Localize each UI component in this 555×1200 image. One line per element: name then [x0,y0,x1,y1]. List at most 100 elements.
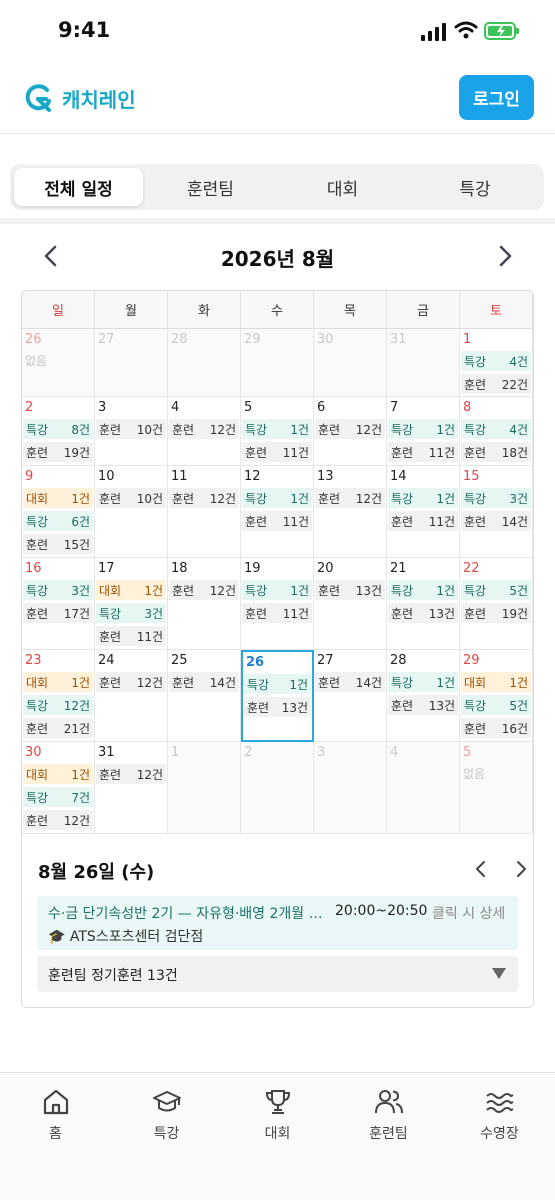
event-count-chip[interactable]: 훈련 13건 [244,697,311,717]
event-count-chip[interactable]: 훈련 12건 [169,488,239,508]
event-count-chip[interactable]: 훈련 19건 [23,442,93,462]
event-count-chip[interactable]: 특강 1건 [388,672,458,692]
event-count-chip[interactable]: 훈련 13건 [388,695,458,715]
calendar-day-cell[interactable]: 27 훈련 14건 [314,650,387,742]
calendar-day-cell[interactable]: 22 특강 5건 훈련 19건 [460,558,533,650]
event-count-chip[interactable]: 특강 5건 [461,580,531,600]
event-count-chip[interactable]: 훈련 12건 [169,580,239,600]
calendar-day-cell[interactable]: 12 특강 1건 훈련 11건 [241,466,314,558]
calendar-day-cell[interactable]: 28 특강 1건 훈련 13건 [387,650,460,742]
calendar-day-cell[interactable]: 14 특강 1건 훈련 11건 [387,466,460,558]
calendar-day-cell[interactable]: 15 특강 3건 훈련 14건 [460,466,533,558]
event-count-chip[interactable]: 특강 1건 [388,419,458,439]
calendar-day-cell[interactable]: 6 훈련 12건 [314,397,387,466]
event-count-chip[interactable]: 훈련 11건 [242,603,312,623]
event-count-chip[interactable]: 훈련 14건 [461,511,531,531]
login-button[interactable]: 로그인 [459,75,534,120]
event-count-chip[interactable]: 훈련 22건 [461,374,531,394]
nav-home[interactable]: 홈 [0,1087,111,1147]
calendar-day-cell[interactable]: 3 훈련 10건 [95,397,168,466]
event-count-chip[interactable]: 특강 1건 [242,419,312,439]
calendar-day-cell[interactable]: 1 [168,742,241,834]
calendar-day-cell[interactable]: 5 특강 1건 훈련 11건 [241,397,314,466]
calendar-day-cell[interactable]: 2 [241,742,314,834]
prev-day-icon[interactable] [474,860,488,878]
calendar-day-cell[interactable]: 26 특강 1건 훈련 13건 [241,650,314,742]
calendar-day-cell[interactable]: 27 [95,329,168,397]
training-team-summary[interactable]: 훈련팀 정기훈련 13건 [37,956,518,992]
tab-training-team[interactable]: 훈련팀 [146,168,275,206]
calendar-day-cell[interactable]: 19 특강 1건 훈련 11건 [241,558,314,650]
event-count-chip[interactable]: 훈련 13건 [315,580,385,600]
event-count-chip[interactable]: 훈련 13건 [388,603,458,623]
event-count-chip[interactable]: 특강 1건 [242,580,312,600]
calendar-day-cell[interactable]: 4 훈련 12건 [168,397,241,466]
event-count-chip[interactable]: 훈련 11건 [388,511,458,531]
event-count-chip[interactable]: 특강 3건 [23,580,93,600]
nav-pool[interactable]: 수영장 [444,1087,555,1147]
calendar-day-cell[interactable]: 23 대회 1건 특강 12건 훈련 21건 [22,650,95,742]
calendar-day-cell[interactable]: 30 대회 1건 특강 7건 훈련 12건 [22,742,95,834]
calendar-day-cell[interactable]: 17 대회 1건 특강 3건 훈련 11건 [95,558,168,650]
event-count-chip[interactable]: 대회 1건 [461,672,531,692]
event-count-chip[interactable]: 훈련 17건 [23,603,93,623]
calendar-day-cell[interactable]: 9 대회 1건 특강 6건 훈련 15건 [22,466,95,558]
calendar-day-cell[interactable]: 31 훈련 12건 [95,742,168,834]
event-count-chip[interactable]: 특강 12건 [23,695,93,715]
event-count-chip[interactable]: 대회 1건 [23,764,93,784]
event-count-chip[interactable]: 특강 1건 [388,488,458,508]
event-count-chip[interactable]: 특강 6건 [23,511,93,531]
event-count-chip[interactable]: 훈련 12건 [23,810,93,830]
event-count-chip[interactable]: 훈련 11건 [242,442,312,462]
calendar-day-cell[interactable]: 20 훈련 13건 [314,558,387,650]
event-count-chip[interactable]: 특강 4건 [461,419,531,439]
event-count-chip[interactable]: 훈련 11건 [242,511,312,531]
calendar-day-cell[interactable]: 8 특강 4건 훈련 18건 [460,397,533,466]
calendar-day-cell[interactable]: 11 훈련 12건 [168,466,241,558]
event-count-chip[interactable]: 특강 1건 [244,674,311,694]
event-count-chip[interactable]: 특강 1건 [242,488,312,508]
calendar-day-cell[interactable]: 30 [314,329,387,397]
event-count-chip[interactable]: 대회 1건 [23,672,93,692]
event-count-chip[interactable]: 특강 3건 [96,603,166,623]
calendar-day-cell[interactable]: 18 훈련 12건 [168,558,241,650]
tab-all-schedule[interactable]: 전체 일정 [14,168,143,206]
calendar-day-cell[interactable]: 13 훈련 12건 [314,466,387,558]
event-count-chip[interactable]: 훈련 12건 [169,419,239,439]
event-count-chip[interactable]: 훈련 19건 [461,603,531,623]
event-count-chip[interactable]: 훈련 14건 [169,672,239,692]
calendar-day-cell[interactable]: 21 특강 1건 훈련 13건 [387,558,460,650]
calendar-day-cell[interactable]: 28 [168,329,241,397]
event-count-chip[interactable]: 훈련 10건 [96,419,166,439]
calendar-day-cell[interactable]: 7 특강 1건 훈련 11건 [387,397,460,466]
tab-special-lecture[interactable]: 특강 [410,168,540,206]
event-count-chip[interactable]: 특강 1건 [388,580,458,600]
event-count-chip[interactable]: 훈련 21건 [23,718,93,738]
event-count-chip[interactable]: 훈련 12건 [96,672,166,692]
event-count-chip[interactable]: 훈련 16건 [461,718,531,738]
event-count-chip[interactable]: 훈련 15건 [23,534,93,554]
calendar-day-cell[interactable]: 10 훈련 10건 [95,466,168,558]
nav-competition[interactable]: 대회 [222,1087,333,1147]
tab-competition[interactable]: 대회 [278,168,407,206]
calendar-day-cell[interactable]: 1 특강 4건 훈련 22건 [460,329,533,397]
event-count-chip[interactable]: 특강 7건 [23,787,93,807]
event-count-chip[interactable]: 대회 1건 [96,580,166,600]
event-count-chip[interactable]: 훈련 10건 [96,488,166,508]
event-count-chip[interactable]: 훈련 12건 [315,419,385,439]
event-count-chip[interactable]: 훈련 12건 [96,764,166,784]
event-count-chip[interactable]: 훈련 18건 [461,442,531,462]
event-count-chip[interactable]: 훈련 12건 [315,488,385,508]
calendar-day-cell[interactable]: 5 없음 [460,742,533,834]
event-count-chip[interactable]: 특강 8건 [23,419,93,439]
event-count-chip[interactable]: 훈련 14건 [315,672,385,692]
calendar-day-cell[interactable]: 29 대회 1건 특강 5건 훈련 16건 [460,650,533,742]
calendar-day-cell[interactable]: 25 훈련 14건 [168,650,241,742]
calendar-day-cell[interactable]: 4 [387,742,460,834]
calendar-day-cell[interactable]: 24 훈련 12건 [95,650,168,742]
calendar-day-cell[interactable]: 16 특강 3건 훈련 17건 [22,558,95,650]
event-count-chip[interactable]: 훈련 11건 [96,626,166,646]
event-card[interactable]: 수·금 단기속성반 2기 — 자유형·배영 2개월 과정 20:00~20:50… [37,896,518,950]
nav-special-lecture[interactable]: 특강 [111,1087,222,1147]
calendar-day-cell[interactable]: 29 [241,329,314,397]
